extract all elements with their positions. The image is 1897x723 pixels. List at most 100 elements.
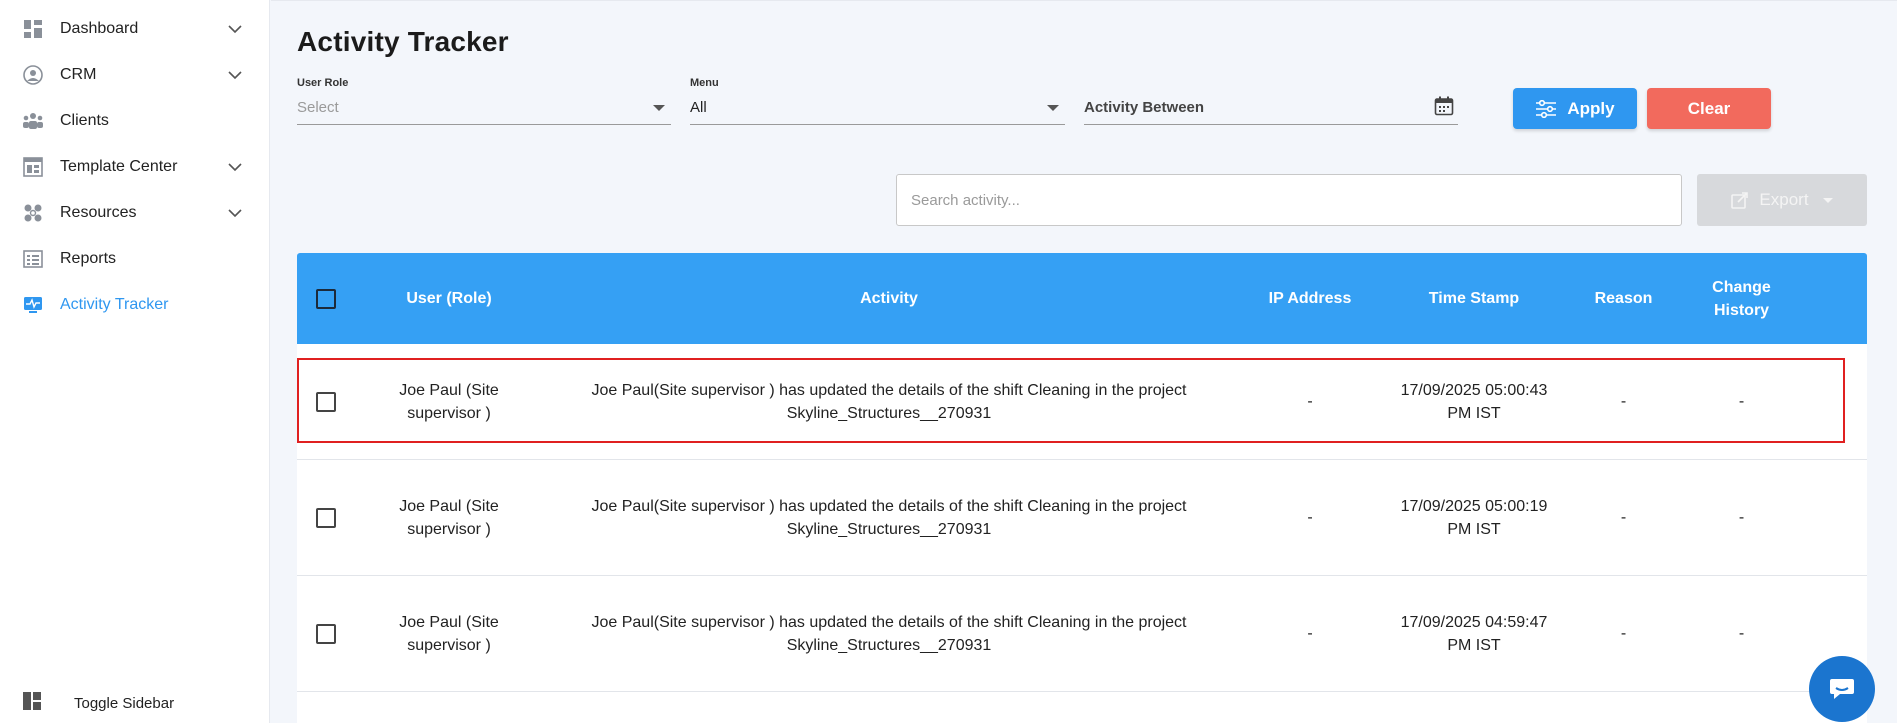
header-activity: Activity	[860, 290, 918, 307]
activity-between-input[interactable]: Activity Between	[1084, 91, 1458, 125]
export-label: Export	[1759, 190, 1809, 209]
table-row[interactable]: Joe Paul (Site supervisor ) Joe Paul(Sit…	[297, 344, 1867, 460]
header-time-stamp: Time Stamp	[1428, 290, 1520, 307]
timestamp-cell: 17/09/2025 05:00:19 PM IST	[1385, 495, 1563, 541]
user-role-line-2: supervisor )	[407, 520, 491, 538]
activity-line-1: Joe Paul(Site supervisor ) has updated t…	[591, 613, 1187, 631]
table-header: User (Role) Activity IP Address Time Sta…	[297, 253, 1867, 344]
sidebar-item-activity-tracker[interactable]: Activity Tracker	[0, 282, 269, 328]
chevron-down-icon[interactable]	[227, 205, 243, 221]
table-row[interactable]: Joe Paul (Site supervisor ) Joe Paul(Sit…	[297, 576, 1867, 692]
activity-line-2: Skyline_Structures__270931	[786, 520, 992, 538]
layout-icon	[22, 691, 42, 716]
calendar-icon[interactable]	[1434, 96, 1454, 120]
sidebar-item-label: Reports	[60, 250, 117, 267]
filter-sliders-icon	[1535, 99, 1557, 118]
dropdown-arrow-icon	[1047, 104, 1059, 111]
toggle-sidebar-label: Toggle Sidebar	[74, 694, 175, 712]
apply-button[interactable]: Apply	[1513, 88, 1637, 129]
main-content: Activity Tracker User Role Select Menu A…	[271, 0, 1897, 723]
menu-select[interactable]: All	[690, 91, 1065, 125]
timestamp-cell: 17/09/2025 04:59:47 PM IST	[1385, 611, 1563, 657]
resources-icon	[22, 202, 44, 224]
sidebar-item-label: Template Center	[60, 158, 178, 175]
template-icon	[22, 156, 44, 178]
reason-cell: -	[1620, 509, 1627, 526]
chevron-down-icon[interactable]	[227, 21, 243, 37]
activity-cell: Joe Paul(Site supervisor ) has updated t…	[543, 379, 1235, 425]
header-change-history: Change History	[1684, 276, 1799, 322]
row-checkbox-cell	[297, 623, 355, 644]
timestamp-line-1: 17/09/2025 04:59:47	[1400, 613, 1548, 631]
user-role-filter: User Role Select	[297, 77, 671, 125]
user-role-placeholder: Select	[297, 99, 339, 116]
activity-line-2: Skyline_Structures__270931	[786, 636, 992, 654]
header-change-history-line-1: Change	[1712, 278, 1771, 296]
crm-icon	[22, 64, 44, 86]
activity-cell: Joe Paul(Site supervisor ) has updated t…	[543, 495, 1235, 541]
table-row[interactable]: Joe Paul (Site supervisor ) Joe Paul(Sit…	[297, 460, 1867, 576]
sidebar: Dashboard CRM Clients Template Center Re…	[0, 0, 270, 723]
row-checkbox[interactable]	[316, 391, 336, 412]
sidebar-item-reports[interactable]: Reports	[0, 236, 269, 282]
table-row-partial	[297, 692, 1867, 723]
menu-value: All	[690, 99, 707, 116]
chevron-down-icon	[1822, 197, 1833, 203]
chat-bubble-icon	[1828, 677, 1856, 701]
chat-button[interactable]	[1809, 656, 1875, 722]
timestamp-line-2: PM IST	[1447, 520, 1501, 538]
sidebar-item-template-center[interactable]: Template Center	[0, 144, 269, 190]
user-role-line-2: supervisor )	[407, 404, 491, 422]
sidebar-nav: Dashboard CRM Clients Template Center Re…	[0, 0, 269, 328]
header-reason: Reason	[1594, 290, 1653, 307]
reports-icon	[22, 248, 44, 270]
header-ip-address: IP Address	[1268, 290, 1352, 307]
select-all-checkbox[interactable]	[316, 288, 336, 309]
user-role-select[interactable]: Select	[297, 91, 671, 125]
clear-button[interactable]: Clear	[1647, 88, 1771, 129]
sidebar-item-label: Dashboard	[60, 20, 139, 37]
menu-filter: Menu All	[690, 77, 1065, 125]
row-checkbox-cell	[297, 391, 355, 412]
sidebar-item-crm[interactable]: CRM	[0, 52, 269, 98]
user-role-cell: Joe Paul (Site supervisor )	[355, 611, 543, 657]
clients-icon	[22, 110, 44, 132]
activity-between-filter: Activity Between	[1084, 77, 1458, 125]
sidebar-item-label: CRM	[60, 66, 97, 83]
chevron-down-icon[interactable]	[227, 67, 243, 83]
toggle-sidebar-button[interactable]: Toggle Sidebar	[22, 683, 174, 723]
ip-cell: -	[1307, 509, 1313, 526]
header-checkbox-cell	[297, 288, 355, 309]
chevron-down-icon[interactable]	[227, 159, 243, 175]
user-role-label: User Role	[297, 77, 349, 89]
menu-label: Menu	[690, 77, 719, 89]
timestamp-line-1: 17/09/2025 05:00:43	[1400, 381, 1548, 399]
sidebar-item-dashboard[interactable]: Dashboard	[0, 6, 269, 52]
change-history-cell: -	[1738, 625, 1745, 642]
activity-line-1: Joe Paul(Site supervisor ) has updated t…	[591, 381, 1187, 399]
sidebar-item-resources[interactable]: Resources	[0, 190, 269, 236]
timestamp-line-2: PM IST	[1447, 404, 1501, 422]
activity-between-caption	[1084, 77, 1458, 91]
activity-cell: Joe Paul(Site supervisor ) has updated t…	[543, 611, 1235, 657]
sidebar-item-clients[interactable]: Clients	[0, 98, 269, 144]
activity-icon	[22, 294, 44, 316]
sidebar-item-label: Resources	[60, 204, 137, 221]
row-checkbox[interactable]	[316, 623, 336, 644]
sidebar-item-label: Activity Tracker	[60, 296, 169, 313]
sidebar-item-label: Clients	[60, 112, 109, 129]
user-role-line-1: Joe Paul (Site	[399, 497, 499, 515]
activity-line-1: Joe Paul(Site supervisor ) has updated t…	[591, 497, 1187, 515]
row-checkbox[interactable]	[316, 507, 336, 528]
reason-cell: -	[1620, 393, 1627, 410]
search-placeholder: Search activity...	[911, 191, 1020, 209]
user-role-cell: Joe Paul (Site supervisor )	[355, 495, 543, 541]
change-history-cell: -	[1738, 393, 1745, 410]
clear-label: Clear	[1687, 98, 1731, 118]
search-input[interactable]: Search activity...	[896, 174, 1682, 226]
export-button[interactable]: Export	[1697, 174, 1867, 226]
user-role-line-2: supervisor )	[407, 636, 491, 654]
activity-between-placeholder: Activity Between	[1084, 99, 1205, 116]
export-icon	[1731, 191, 1749, 209]
dashboard-icon	[22, 18, 44, 40]
